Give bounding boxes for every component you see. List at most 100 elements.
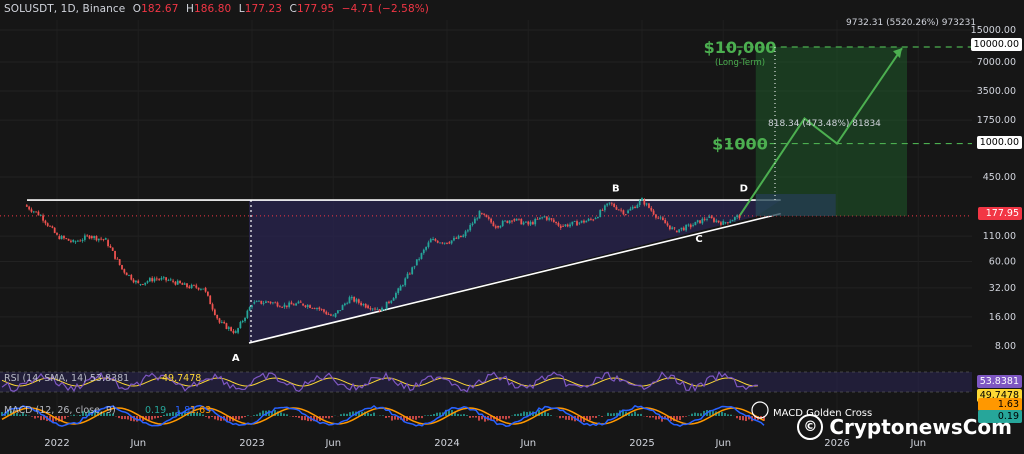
macd-histogram-bar [256, 414, 258, 416]
candle-body [318, 307, 321, 310]
candle-body [304, 305, 307, 307]
macd-histogram-bar [118, 416, 120, 419]
breakout-zone [755, 194, 836, 216]
candle-body [550, 218, 553, 220]
macd-histogram-bar [238, 416, 240, 420]
candle-body [515, 218, 518, 221]
macd-histogram-bar [676, 416, 678, 420]
candle-body [28, 206, 31, 210]
candle-body [32, 211, 35, 213]
candle-body [439, 242, 441, 244]
candle-body [288, 302, 291, 307]
candle-body [65, 238, 68, 240]
candle-body [86, 235, 89, 237]
candle-body [148, 278, 151, 282]
candle-body [151, 278, 154, 282]
candle-body [617, 209, 620, 211]
macd-histogram-bar [382, 415, 384, 416]
candle-body [123, 269, 126, 273]
candle-body [613, 203, 616, 207]
macd-histogram-bar [502, 416, 504, 419]
macd-histogram-bar [370, 413, 372, 416]
macd-histogram-bar [394, 416, 396, 420]
candle-body [411, 267, 414, 275]
candle-body [497, 225, 499, 228]
candle-body [114, 250, 116, 259]
candle-body [659, 217, 662, 219]
macd-histogram-bar [463, 414, 465, 416]
candle-body [736, 215, 739, 218]
macd-legend-value: 1.63 [190, 405, 211, 416]
candle-body [713, 218, 715, 222]
candle-body [671, 227, 674, 230]
macd-histogram-bar [301, 416, 303, 421]
macd-legend-value: 0.19 [145, 405, 166, 416]
candle-body [197, 287, 200, 290]
candle-body [585, 220, 588, 223]
x-tick-label: 2024 [434, 438, 459, 449]
candle-body [72, 239, 75, 242]
macd-histogram-bar [292, 416, 294, 417]
candle-body [545, 216, 548, 220]
candle-body [56, 232, 58, 235]
x-tick-label: 2023 [239, 438, 264, 449]
candle-body [638, 200, 641, 206]
macd-histogram-bar [481, 416, 483, 420]
candle-body [666, 223, 669, 226]
candle-body [420, 253, 423, 259]
candle-body [615, 206, 618, 210]
candle-body [450, 240, 453, 244]
candle-body [415, 259, 418, 266]
candle-body [174, 281, 177, 285]
macd-histogram-bar [253, 415, 255, 416]
macd-histogram-bar [457, 414, 459, 416]
candle-body [720, 222, 722, 225]
candle-body [590, 218, 592, 220]
macd-histogram-bar [685, 416, 687, 417]
macd-histogram-bar [217, 416, 219, 421]
candle-body [506, 220, 509, 223]
macd-histogram-bar [499, 416, 501, 420]
candle-body [620, 209, 623, 211]
candle-body [696, 220, 699, 222]
macd-histogram-bar [682, 416, 684, 418]
candle-body [436, 240, 439, 243]
candle-body [715, 220, 718, 222]
candle-body [179, 280, 181, 284]
candle-body [471, 223, 474, 226]
candle-body [722, 221, 725, 225]
candle-body [334, 313, 337, 317]
candle-body [422, 249, 425, 254]
x-tick-label: Jun [714, 438, 731, 449]
macd-histogram-bar [589, 416, 591, 421]
macd-histogram-bar [727, 414, 729, 416]
candle-body [193, 284, 195, 286]
candle-body [216, 315, 219, 319]
candle-body [710, 216, 713, 219]
macd-histogram-bar [151, 416, 153, 420]
candle-body [548, 218, 551, 220]
candle-body [234, 331, 237, 333]
candle-body [392, 298, 395, 301]
macd-histogram-bar [610, 413, 612, 416]
candle-body [227, 327, 230, 329]
price-chart: $10,000(Long-Term) $1000 9732.31 (5520.26%… [0, 18, 1016, 449]
candle-body [706, 219, 708, 220]
measure-label: 818.34 (473.48%) 81834 [768, 119, 881, 129]
candle-body [302, 303, 304, 306]
candle-body [30, 209, 33, 212]
candle-body [355, 299, 358, 302]
candle-body [183, 283, 186, 285]
candle-body [100, 238, 103, 240]
candle-body [627, 210, 629, 214]
candle-body [557, 222, 560, 226]
candle-body [566, 224, 569, 227]
candle-body [76, 240, 79, 242]
candle-body [648, 203, 650, 208]
candle-body [116, 258, 119, 260]
x-tick-label: Jun [324, 438, 341, 449]
candle-body [209, 295, 212, 305]
candle-body [569, 224, 571, 227]
candle-body [518, 218, 520, 220]
candle-body [543, 216, 546, 218]
